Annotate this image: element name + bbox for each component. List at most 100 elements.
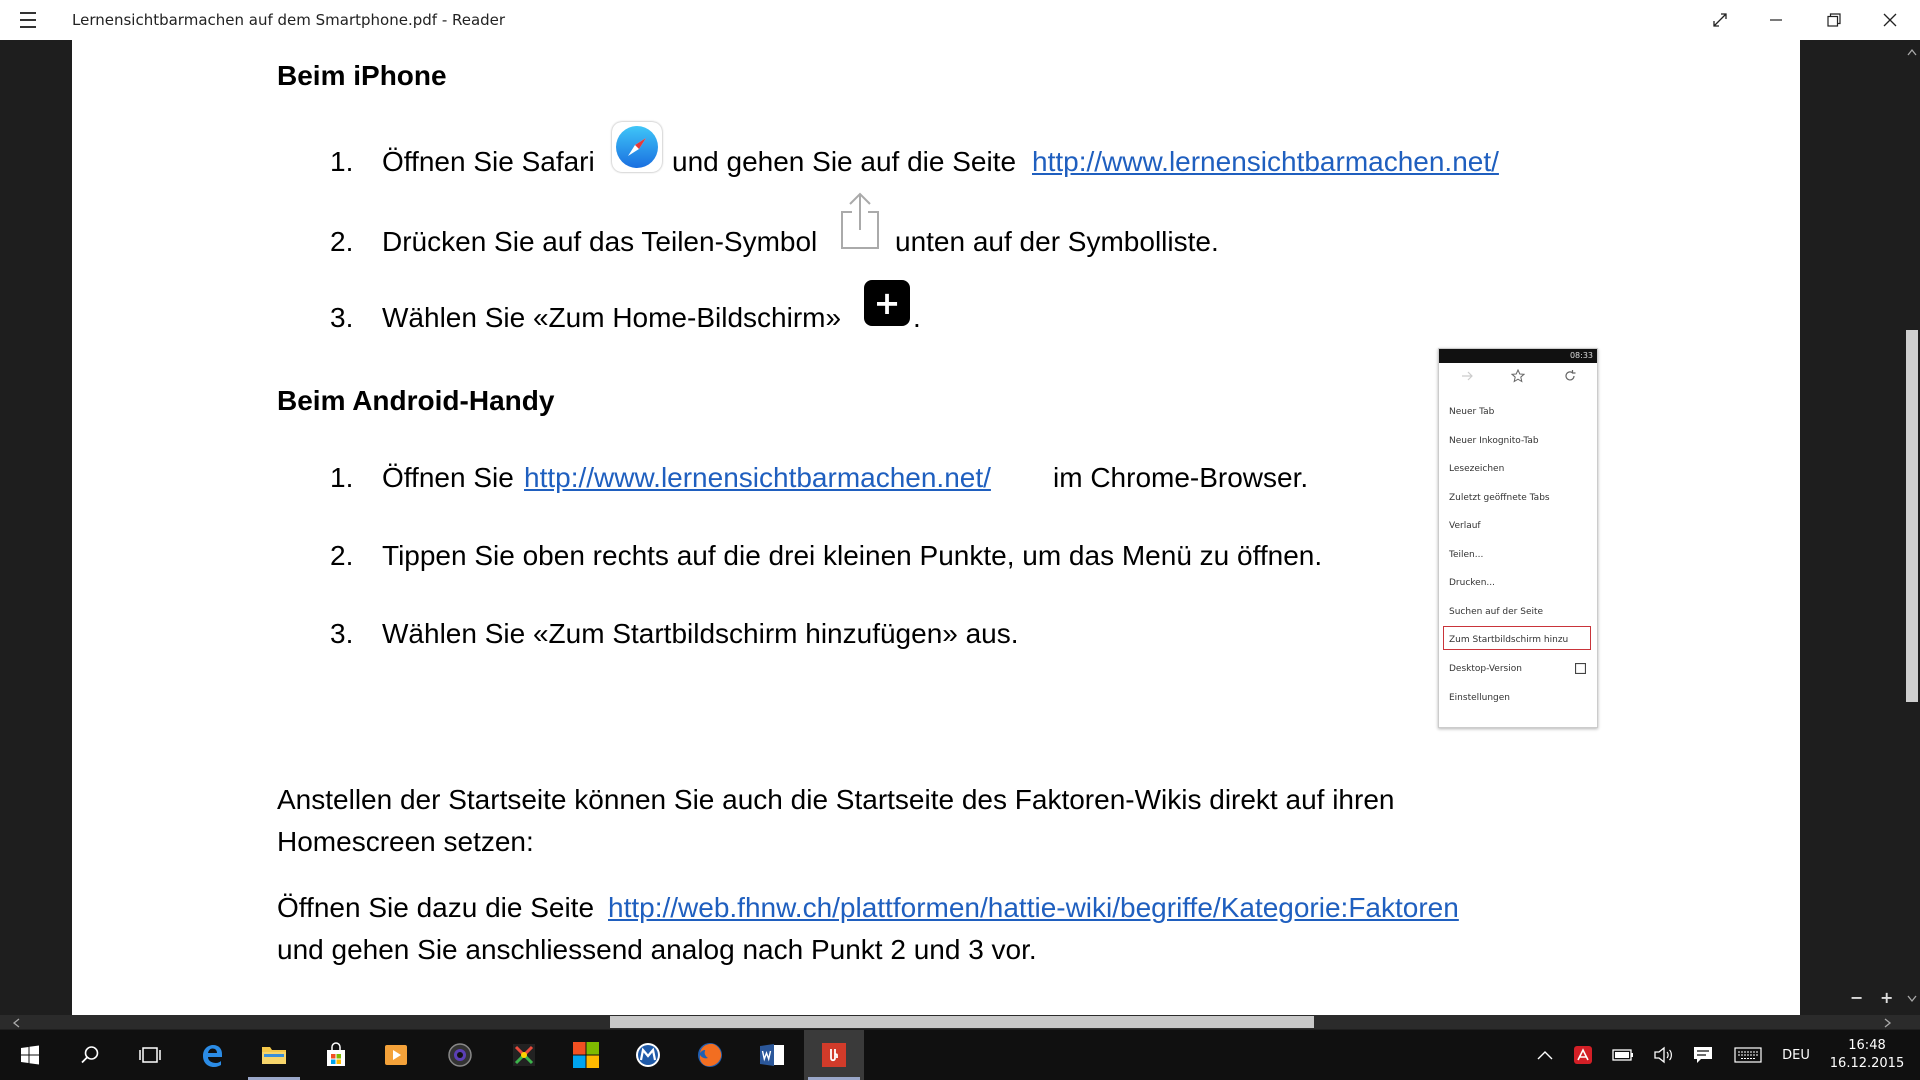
minimize-button[interactable] [1748,0,1804,40]
android-step-1-text: Öffnen Sie [382,462,514,493]
close-icon [1883,13,1897,27]
file-explorer-button[interactable] [244,1030,304,1080]
scroll-up-icon[interactable] [1907,48,1917,56]
microsoft-app-button[interactable] [556,1030,616,1080]
camera-lens-icon [448,1043,472,1067]
minimize-icon [1770,19,1782,21]
m-logo-icon [636,1043,660,1067]
keyboard-icon [1734,1047,1762,1063]
phone-menu-item: Zuletzt geöffnete Tabs [1449,493,1550,503]
share-icon [838,190,882,249]
paragraph-1-line-1: Anstellen der Startseite können Sie auch… [277,784,1395,815]
edge-icon [203,1045,222,1067]
window-title: Lernensichtbarmachen auf dem Smartphone.… [72,11,506,29]
restore-icon [1827,13,1841,27]
touch-keyboard-button[interactable] [1728,1030,1768,1080]
horizontal-scroll-thumb[interactable] [610,1016,1314,1028]
input-language-button[interactable]: DEU [1774,1030,1818,1080]
title-bar: Lernensichtbarmachen auf dem Smartphone.… [0,0,1920,40]
media-player-button[interactable] [366,1030,426,1080]
plus-icon: + [864,280,910,326]
vertical-scroll-thumb[interactable] [1906,330,1918,702]
taskbar: DEU 16:48 16.12.2015 [0,1030,1920,1080]
paragraph-1-line-2: Homescreen setzen: [277,826,534,857]
store-icon [327,1042,345,1066]
firefox-icon [698,1043,722,1067]
iphone-step-2-number: 2. [330,226,354,257]
reader-icon [822,1043,846,1067]
m-app-button[interactable] [618,1030,678,1080]
checkbox-icon [1575,663,1586,674]
microsoft-logo-icon [573,1042,599,1068]
phone-menu-item: Drucken... [1449,578,1495,588]
phone-menu-item: Neuer Inkognito-Tab [1449,436,1539,446]
iphone-step-3-period: . [913,302,921,333]
play-icon [385,1045,407,1065]
scroll-down-icon[interactable] [1907,995,1917,1003]
iphone-step-3-text: Wählen Sie «Zum Home-Bildschirm» [382,302,842,333]
task-view-button[interactable] [120,1030,180,1080]
iphone-step-1-text-continued: und gehen Sie auf die Seite [672,146,1017,177]
android-step-2-text: Tippen Sie oben rechts auf die drei klei… [382,540,1323,571]
battery-tray-button[interactable] [1608,1030,1638,1080]
reload-icon [1565,370,1576,381]
lernensichtbarmachen-link-2[interactable]: http://www.lernensichtbarmachen.net/ [524,462,991,494]
iphone-step-2-text: Drücken Sie auf das Teilen-Symbol [382,226,818,257]
phone-toolbar [1439,363,1597,389]
iphone-step-3-number: 3. [330,302,354,333]
windows-logo-icon [21,1045,39,1065]
show-hidden-icons-button[interactable] [1530,1030,1560,1080]
app-circle-button[interactable] [430,1030,490,1080]
colorful-app-icon [513,1044,535,1066]
android-heading: Beim Android-Handy [277,385,555,416]
reader-app-button[interactable] [804,1030,864,1080]
zoom-out-button[interactable]: − [1850,988,1863,1007]
fullscreen-button[interactable] [1692,0,1748,40]
star-icon [1511,369,1525,383]
android-step-3-number: 3. [330,618,354,649]
search-icon [81,1046,99,1064]
speaker-icon [1654,1046,1672,1064]
zoom-in-button[interactable]: + [1880,988,1893,1007]
firefox-button[interactable] [680,1030,740,1080]
clock-date: 16.12.2015 [1829,1056,1905,1071]
safari-icon [612,122,662,172]
android-menu-screenshot: 08:33 Neuer Tab Neuer Inkognito-Tab Lese… [1438,348,1598,728]
volume-tray-button[interactable] [1648,1030,1678,1080]
highlight-box [1443,626,1591,650]
hamburger-menu-icon[interactable] [14,9,42,31]
iphone-heading: Beim iPhone [277,60,447,91]
phone-status-bar: 08:33 [1439,349,1597,363]
android-step-1-text-continued: im Chrome-Browser. [1053,462,1309,493]
pdf-page[interactable]: Beim iPhone 1. Öffnen Sie Safari und geh… [72,40,1800,1015]
forward-arrow-icon [1462,371,1473,381]
clock-button[interactable]: 16:48 16.12.2015 [1820,1030,1914,1080]
android-step-2-number: 2. [330,540,354,571]
scroll-left-icon[interactable] [12,1018,20,1028]
word-icon [760,1044,784,1066]
close-button[interactable] [1862,0,1918,40]
scroll-right-icon[interactable] [1884,1018,1892,1028]
phone-menu-item: Lesezeichen [1449,464,1505,474]
start-button[interactable] [0,1030,60,1080]
expand-icon [1713,13,1727,27]
paragraph-2-text: Öffnen Sie dazu die Seite [277,892,595,923]
picture-app-button[interactable] [494,1030,554,1080]
android-step-1-number: 1. [330,462,354,493]
phone-menu-item: Einstellungen [1449,693,1511,703]
search-button[interactable] [60,1030,120,1080]
task-view-icon [139,1047,161,1063]
action-center-button[interactable] [1688,1030,1718,1080]
folder-icon [262,1047,286,1064]
hattie-wiki-link[interactable]: http://web.fhnw.ch/plattformen/hattie-wi… [608,892,1459,924]
phone-menu-item: Neuer Tab [1449,407,1495,417]
phone-menu-item: Teilen... [1449,550,1484,560]
clock-time: 16:48 [1848,1038,1886,1053]
store-button[interactable] [306,1030,366,1080]
antivirus-tray-button[interactable] [1568,1030,1598,1080]
edge-browser-button[interactable] [182,1030,242,1080]
word-button[interactable] [742,1030,802,1080]
lernensichtbarmachen-link-1[interactable]: http://www.lernensichtbarmachen.net/ [1032,146,1499,178]
restore-button[interactable] [1806,0,1862,40]
phone-menu-item: Desktop-Version [1449,664,1522,674]
